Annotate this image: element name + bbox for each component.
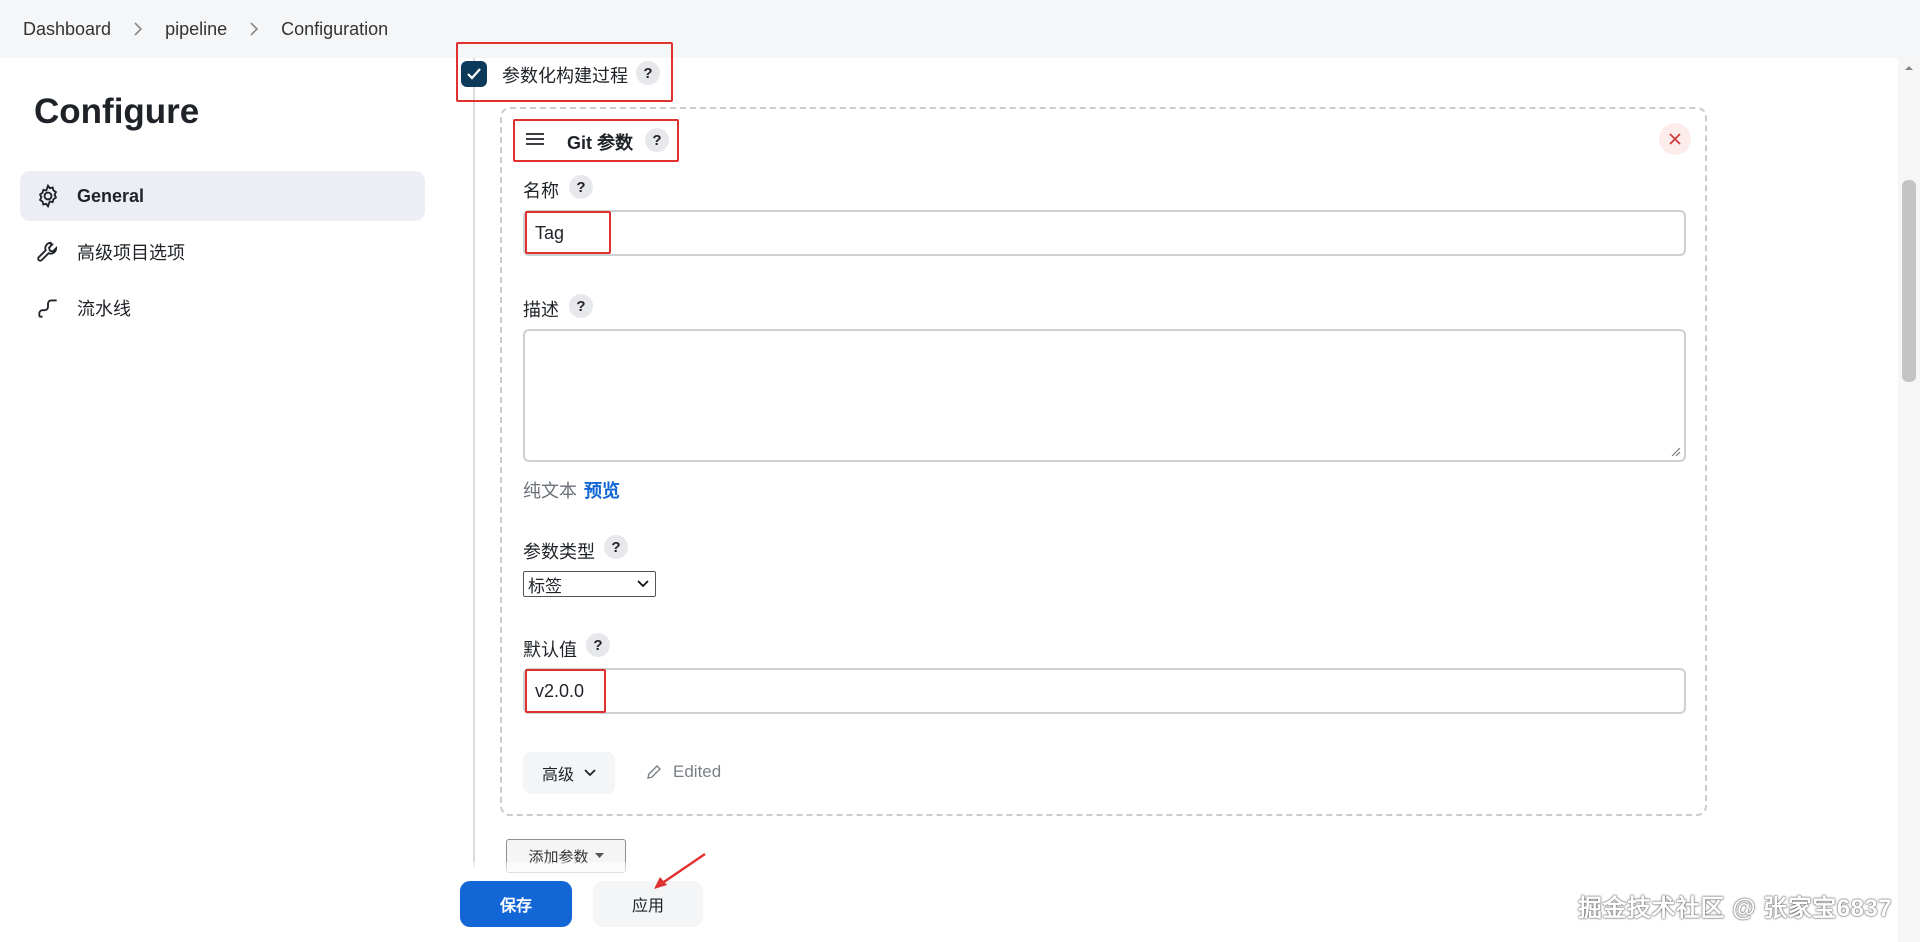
default-value-input[interactable]: v2.0.0	[523, 668, 1686, 714]
sidebar-item-label: 流水线	[77, 299, 131, 319]
gear-icon	[34, 182, 62, 210]
description-label: 描述	[523, 300, 559, 320]
page-title: Configure	[34, 92, 200, 131]
description-textarea[interactable]	[523, 329, 1686, 462]
pipeline-icon	[34, 294, 62, 322]
sidebar-item-advanced[interactable]: 高级项目选项	[20, 227, 425, 277]
advanced-button[interactable]: 高级	[523, 752, 615, 794]
breadcrumb-configuration[interactable]: Configuration	[281, 19, 388, 40]
chevron-right-icon	[133, 22, 143, 36]
parameter-type-value: 标签	[528, 576, 562, 596]
sidebar-item-label: General	[77, 185, 145, 206]
sidebar-item-pipeline[interactable]: 流水线	[20, 283, 425, 333]
help-icon[interactable]: ?	[569, 175, 593, 199]
caret-down-icon	[594, 853, 604, 858]
chevron-down-icon	[584, 769, 596, 777]
sidebar: General 高级项目选项 流水线	[20, 171, 425, 339]
preview-link[interactable]: 预览	[584, 477, 620, 503]
watermark: 掘金技术社区 @ 张家宝6837	[1578, 895, 1893, 922]
default-value-label: 默认值	[523, 640, 577, 660]
git-parameter-title: Git 参数	[567, 133, 633, 153]
parameterized-label: 参数化构建过程	[502, 66, 628, 86]
chevron-down-icon	[637, 580, 649, 588]
edited-indicator: Edited	[645, 762, 721, 782]
scroll-up-icon[interactable]	[1902, 62, 1916, 74]
help-icon[interactable]: ?	[645, 128, 669, 152]
drag-handle-icon[interactable]	[523, 128, 547, 150]
name-label: 名称	[523, 181, 559, 201]
edited-label: Edited	[673, 762, 722, 781]
highlight-box	[525, 211, 611, 254]
parameterized-checkbox[interactable]	[461, 61, 487, 87]
sidebar-item-label: 高级项目选项	[77, 243, 185, 263]
divider	[473, 58, 475, 868]
close-button[interactable]	[1659, 123, 1691, 155]
help-icon[interactable]: ?	[586, 633, 610, 657]
parameter-type-select[interactable]: 标签	[523, 571, 656, 597]
plain-text-label: 纯文本	[523, 481, 577, 501]
check-icon	[467, 68, 481, 80]
help-icon[interactable]: ?	[569, 294, 593, 318]
wrench-icon	[34, 238, 62, 266]
advanced-label: 高级	[541, 767, 574, 784]
breadcrumb-pipeline[interactable]: pipeline	[165, 19, 227, 40]
help-icon[interactable]: ?	[604, 535, 628, 559]
sidebar-item-general[interactable]: General	[20, 171, 425, 221]
breadcrumb-dashboard[interactable]: Dashboard	[23, 19, 111, 40]
parameter-type-label: 参数类型	[523, 542, 595, 562]
save-button[interactable]: 保存	[460, 881, 572, 927]
scrollbar-thumb[interactable]	[1902, 180, 1916, 382]
annotation-arrow-icon	[654, 853, 706, 889]
help-icon[interactable]: ?	[636, 61, 660, 85]
close-icon	[1669, 133, 1681, 145]
resize-handle-icon[interactable]	[1669, 445, 1681, 457]
name-input[interactable]: Tag	[523, 210, 1686, 256]
highlight-box	[525, 669, 606, 713]
pencil-icon	[647, 765, 661, 779]
chevron-right-icon	[249, 22, 259, 36]
breadcrumb: Dashboard pipeline Configuration	[0, 0, 1920, 58]
